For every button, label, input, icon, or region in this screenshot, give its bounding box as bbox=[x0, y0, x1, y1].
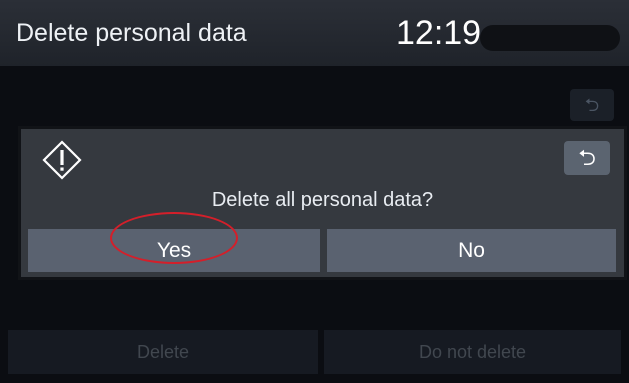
back-button[interactable]: ⮌ bbox=[564, 141, 610, 175]
dialog-message: Delete all personal data? bbox=[211, 189, 434, 211]
warning-icon bbox=[42, 140, 82, 180]
screen: Delete personal data 12:19 ⮌ Delete Do n… bbox=[0, 0, 629, 383]
yes-button[interactable]: Yes bbox=[28, 229, 320, 272]
page-title: Delete personal data bbox=[16, 19, 247, 47]
no-button[interactable]: No bbox=[327, 229, 616, 272]
header-bar: Delete personal data 12:19 bbox=[0, 0, 629, 66]
background-back-button: ⮌ bbox=[570, 89, 614, 121]
do-not-delete-button: Do not delete bbox=[324, 330, 621, 374]
clock: 12:19 bbox=[396, 14, 482, 52]
confirm-dialog: ⮌ Delete all personal data? Yes No bbox=[18, 126, 627, 280]
status-bar bbox=[480, 25, 620, 51]
return-icon: ⮌ bbox=[578, 145, 596, 170]
delete-button: Delete bbox=[8, 330, 318, 374]
